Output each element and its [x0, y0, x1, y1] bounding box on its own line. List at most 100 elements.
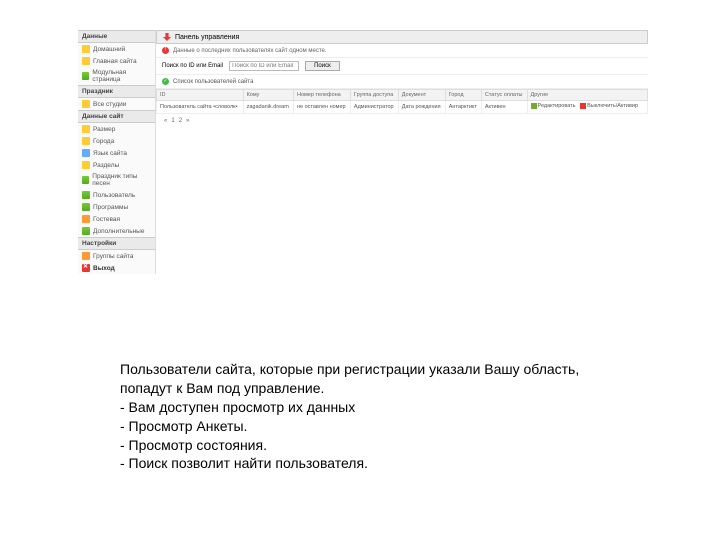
user-icon [82, 191, 90, 199]
status-text: Список пользователей сайта [173, 79, 253, 85]
sidebar-item-label: Размер [93, 126, 115, 133]
sidebar-section-holiday: Праздник [78, 85, 155, 98]
sidebar-item-label: Города [93, 138, 114, 145]
sidebar-item-label: Гостевая [93, 216, 120, 223]
check-icon: ✓ [162, 78, 169, 85]
main-panel: Панель управления ! Данные о последних п… [156, 30, 648, 274]
pager-page-2[interactable]: 2 [179, 118, 182, 124]
sidebar-item-label: Выход [93, 265, 115, 272]
search-button[interactable]: Поиск [305, 61, 340, 71]
plus-icon [82, 227, 90, 235]
sidebar-item-label: Модульная страница [92, 69, 151, 83]
sidebar-item-label: Праздник типы песен [92, 173, 151, 187]
book-icon [82, 215, 90, 223]
th-city[interactable]: Город [445, 90, 481, 101]
desc-bullet-2: - Просмотр Анкеты. [120, 417, 620, 436]
desc-bullet-3: - Просмотр состояния. [120, 436, 620, 455]
description-block: Пользователи сайта, которые при регистра… [120, 360, 620, 473]
delete-icon [580, 103, 586, 109]
search-label: Поиск по ID или Email [162, 63, 223, 69]
app-icon [82, 203, 90, 211]
sidebar-item-label: Группы сайта [93, 253, 133, 260]
sidebar-item-label: Домашний [93, 46, 125, 53]
folder-icon [82, 45, 90, 53]
cell-id: Пользователь сайта •словолк• [157, 101, 244, 114]
search-input[interactable] [229, 61, 299, 71]
cell-group: Администратор [350, 101, 398, 114]
panel-subtext-label: Данные о последних пользователях сайт од… [173, 48, 327, 54]
pager-next[interactable]: » [186, 118, 189, 124]
edit-label: Редактировать [538, 103, 576, 109]
table-row[interactable]: Пользователь сайта •словолк• zagadanik.d… [157, 101, 648, 114]
table-header-row: ID Кому Номер телефона Группа доступа До… [157, 90, 648, 101]
folder-icon [82, 137, 90, 145]
sidebar-item-label: Все студии [93, 101, 126, 108]
desc-line-1: Пользователи сайта, которые при регистра… [120, 360, 620, 398]
folder-icon [82, 100, 90, 108]
pager-prev[interactable]: « [164, 118, 167, 124]
pager-page-1[interactable]: 1 [171, 118, 174, 124]
sidebar-item-users[interactable]: Пользователь [78, 189, 155, 201]
exit-icon [82, 264, 90, 272]
sidebar-item-label: Разделы [93, 162, 119, 169]
admin-panel: Данные Домашний Главная сайта Модульная … [78, 30, 648, 274]
th-status[interactable]: Статус оплаты [481, 90, 527, 101]
cell-actions: Редактировать Выключить\Активир [527, 101, 647, 114]
sidebar-item-site-home[interactable]: Главная сайта [78, 55, 155, 67]
th-group[interactable]: Группа доступа [350, 90, 398, 101]
sidebar-item-label: Дополнительные [93, 228, 144, 235]
th-email[interactable]: Кому [243, 90, 293, 101]
sidebar-item-programs[interactable]: Программы [78, 201, 155, 213]
sidebar-item-size[interactable]: Размер [78, 123, 155, 135]
th-id[interactable]: ID [157, 90, 244, 101]
sidebar-item-guestbook[interactable]: Гостевая [78, 213, 155, 225]
th-doc[interactable]: Документ [398, 90, 445, 101]
delete-label: Выключить\Активир [587, 103, 638, 109]
info-icon: ! [162, 47, 169, 54]
sidebar-item-module-page[interactable]: Модульная страница [78, 67, 155, 85]
sidebar-item-label: Главная сайта [93, 58, 137, 65]
panel-subtext: ! Данные о последних пользователях сайт … [156, 44, 648, 58]
arrow-down-icon [163, 33, 171, 41]
sidebar-item-all-studios[interactable]: Все студии [78, 98, 155, 110]
edit-icon [531, 103, 537, 109]
edit-action[interactable]: Редактировать [531, 103, 576, 109]
sidebar-item-home[interactable]: Домашний [78, 43, 155, 55]
cell-doc: Дата рождения [398, 101, 445, 114]
sidebar-item-song-types[interactable]: Праздник типы песен [78, 171, 155, 189]
cell-email: zagadanik.dream [243, 101, 293, 114]
page-icon [82, 72, 89, 80]
panel-title: Панель управления [175, 34, 239, 41]
cell-status: Активен [481, 101, 527, 114]
folder-icon [82, 161, 90, 169]
cell-phone: не оставлен номер [293, 101, 350, 114]
sidebar-item-sections[interactable]: Разделы [78, 159, 155, 171]
sidebar-item-label: Язык сайта [93, 150, 127, 157]
group-icon [82, 252, 90, 260]
sidebar-item-label: Программы [93, 204, 128, 211]
desc-bullet-1: - Вам доступен просмотр их данных [120, 398, 620, 417]
th-actions[interactable]: Другие [527, 90, 647, 101]
delete-action[interactable]: Выключить\Активир [580, 103, 638, 109]
cell-city: Антарктикт [445, 101, 481, 114]
desc-bullet-4: - Поиск позволит найти пользователя. [120, 454, 620, 473]
music-icon [82, 176, 89, 184]
sidebar: Данные Домашний Главная сайта Модульная … [78, 30, 156, 274]
search-row: Поиск по ID или Email Поиск [156, 58, 648, 75]
panel-header: Панель управления [156, 30, 648, 44]
status-row: ✓ Список пользователей сайта [156, 75, 648, 89]
sidebar-section-sitedata: Данные сайт [78, 110, 155, 123]
th-phone[interactable]: Номер телефона [293, 90, 350, 101]
sidebar-section-settings: Настройки [78, 237, 155, 250]
sidebar-item-cities[interactable]: Города [78, 135, 155, 147]
sidebar-item-extra[interactable]: Дополнительные [78, 225, 155, 237]
sidebar-item-label: Пользователь [93, 192, 135, 199]
globe-icon [82, 149, 90, 157]
sidebar-item-site-groups[interactable]: Группы сайта [78, 250, 155, 262]
sidebar-item-exit[interactable]: Выход [78, 262, 155, 274]
sidebar-item-lang[interactable]: Язык сайта [78, 147, 155, 159]
pager: « 1 2 » [156, 114, 648, 128]
folder-icon [82, 125, 90, 133]
folder-icon [82, 57, 90, 65]
users-table: ID Кому Номер телефона Группа доступа До… [156, 89, 648, 114]
